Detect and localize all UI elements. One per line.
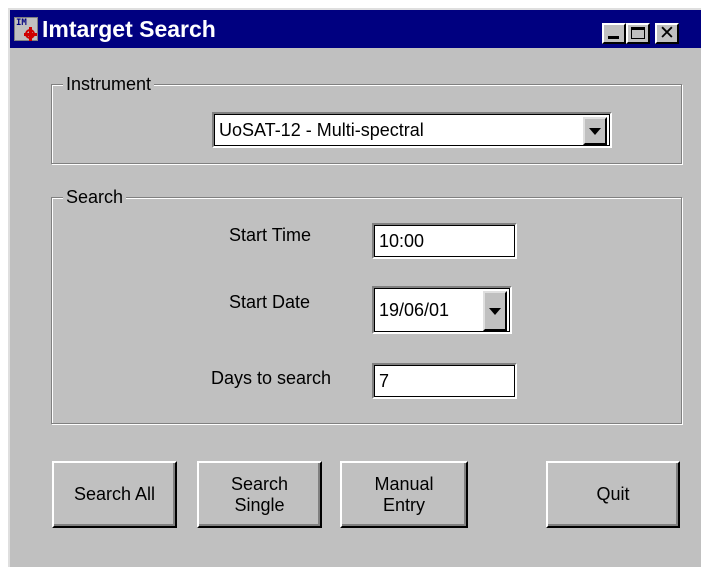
days-to-search-input[interactable]: 7 xyxy=(372,363,517,399)
chevron-down-icon xyxy=(589,128,601,135)
start-date-value: 19/06/01 xyxy=(379,300,450,320)
instrument-select[interactable]: UoSAT-12 - Multi-spectral xyxy=(212,112,612,148)
maximize-icon xyxy=(631,27,645,39)
quit-button[interactable]: Quit xyxy=(546,461,680,528)
instrument-select-value: UoSAT-12 - Multi-spectral xyxy=(219,120,424,140)
title-bar[interactable]: IM Imtarget Search ✕ xyxy=(10,10,701,48)
search-single-button[interactable]: Search Single xyxy=(197,461,322,528)
days-to-search-value: 7 xyxy=(379,371,390,391)
days-to-search-label: Days to search xyxy=(211,368,332,388)
minimize-button[interactable] xyxy=(602,23,626,44)
search-group: Search Start Time 10:00 Start Date 19/06… xyxy=(51,186,682,424)
start-time-label: Start Time xyxy=(229,225,312,245)
instrument-dropdown-button[interactable] xyxy=(583,117,607,145)
search-group-label: Search xyxy=(63,186,127,208)
window-title: Imtarget Search xyxy=(42,16,216,42)
minimize-icon xyxy=(608,36,619,39)
maximize-button[interactable] xyxy=(626,23,650,44)
manual-entry-button[interactable]: Manual Entry xyxy=(340,461,468,528)
close-icon: ✕ xyxy=(659,22,675,44)
close-button[interactable]: ✕ xyxy=(655,23,679,44)
start-time-input[interactable]: 10:00 xyxy=(372,223,517,259)
start-date-label: Start Date xyxy=(229,292,311,312)
start-time-value: 10:00 xyxy=(379,231,425,251)
instrument-group: Instrument UoSAT-12 - Multi-spectral xyxy=(51,73,682,164)
chevron-down-icon xyxy=(489,308,501,315)
start-date-picker[interactable]: 19/06/01 xyxy=(372,286,512,334)
app-icon[interactable]: IM xyxy=(14,17,38,41)
start-date-dropdown-button[interactable] xyxy=(483,291,507,331)
search-all-button[interactable]: Search All xyxy=(52,461,177,528)
imtarget-search-window: IM Imtarget Search ✕ Instrument UoSAT-12… xyxy=(8,8,701,567)
instrument-group-label: Instrument xyxy=(63,73,155,95)
